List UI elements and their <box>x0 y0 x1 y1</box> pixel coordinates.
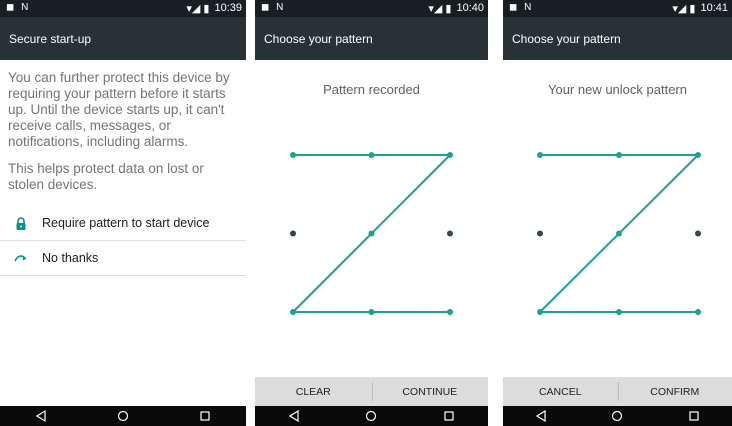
notification-icons: ◼ N <box>6 2 31 13</box>
phone-screen-secure-startup: ◼ N ▾◢ ▮ 10:39 Secure start-up You can f… <box>0 0 246 426</box>
button-bar: CANCEL CONFIRM <box>503 377 732 406</box>
button-bar: CLEAR CONTINUE <box>255 377 488 406</box>
pattern-grid[interactable] <box>503 60 732 406</box>
status-time: 10:41 <box>700 2 728 14</box>
status-bar: ◼ N ▾◢ ▮ 10:40 <box>255 0 488 17</box>
status-time: 10:39 <box>214 2 242 14</box>
content: You can further protect this device by r… <box>0 60 246 406</box>
pattern-dot[interactable] <box>447 309 453 315</box>
description-paragraph: You can further protect this device by r… <box>8 70 230 149</box>
home-icon[interactable] <box>111 406 135 426</box>
status-bar: ◼ N ▾◢ ▮ 10:39 <box>0 0 246 17</box>
home-icon[interactable] <box>359 406 383 426</box>
cancel-button[interactable]: CANCEL <box>503 377 618 406</box>
recents-icon[interactable] <box>437 406 461 426</box>
lock-icon <box>0 216 42 230</box>
pattern-dot[interactable] <box>290 230 296 237</box>
confirm-button[interactable]: CONFIRM <box>617 377 732 406</box>
option-no-thanks[interactable]: No thanks <box>0 241 246 276</box>
status-bar: ◼ N ▾◢ ▮ 10:41 <box>503 0 732 17</box>
pattern-dot[interactable] <box>290 152 296 158</box>
navigation-bar <box>503 406 732 426</box>
pattern-dot[interactable] <box>368 230 375 237</box>
app-bar: Secure start-up <box>0 17 246 60</box>
pattern-dot[interactable] <box>616 309 622 315</box>
phone-screen-pattern-recorded: ◼ N ▾◢ ▮ 10:40 Choose your pattern Patte… <box>255 0 488 426</box>
pattern-dot[interactable] <box>368 309 375 315</box>
pattern-dot[interactable] <box>447 230 453 237</box>
redirect-arrow-icon <box>0 254 42 262</box>
status-time: 10:40 <box>456 2 484 14</box>
signal-battery-icons: ▾◢ ▮ <box>672 3 696 15</box>
content: Your new unlock pattern <box>503 60 732 406</box>
signal-battery-icons: ▾◢ ▮ <box>186 3 210 15</box>
clear-button[interactable]: CLEAR <box>255 377 372 406</box>
pattern-dot[interactable] <box>368 152 375 158</box>
pattern-dot[interactable] <box>537 230 543 237</box>
home-icon[interactable] <box>605 406 629 426</box>
pattern-dot[interactable] <box>290 309 296 315</box>
continue-button[interactable]: CONTINUE <box>371 377 489 406</box>
pattern-dot[interactable] <box>695 152 701 158</box>
signal-battery-icons: ▾◢ ▮ <box>428 3 452 15</box>
option-require-pattern[interactable]: Require pattern to start device <box>0 206 246 241</box>
pattern-dot[interactable] <box>616 152 622 158</box>
recents-icon[interactable] <box>682 406 706 426</box>
page-title: Choose your pattern <box>512 31 621 46</box>
pattern-dot[interactable] <box>447 152 453 158</box>
content: Pattern recorded <box>255 60 488 406</box>
pattern-dot[interactable] <box>616 230 622 237</box>
option-label: No thanks <box>42 251 99 265</box>
page-title: Secure start-up <box>9 31 92 46</box>
back-icon[interactable] <box>529 406 553 426</box>
phone-screen-confirm-pattern: ◼ N ▾◢ ▮ 10:41 Choose your pattern Your … <box>503 0 732 426</box>
recents-icon[interactable] <box>193 406 217 426</box>
pattern-dot[interactable] <box>695 309 701 315</box>
app-bar: Choose your pattern <box>255 17 488 60</box>
back-icon[interactable] <box>282 406 306 426</box>
navigation-bar <box>0 406 246 426</box>
app-bar: Choose your pattern <box>503 17 732 60</box>
pattern-grid[interactable] <box>255 60 488 406</box>
notification-icons: ◼ N <box>261 2 286 13</box>
pattern-dot[interactable] <box>537 152 543 158</box>
back-icon[interactable] <box>29 406 53 426</box>
description: You can further protect this device by r… <box>8 70 236 204</box>
notification-icons: ◼ N <box>509 2 534 13</box>
option-label: Require pattern to start device <box>42 216 210 230</box>
pattern-dot[interactable] <box>695 230 701 237</box>
page-title: Choose your pattern <box>264 31 373 46</box>
pattern-dot[interactable] <box>537 309 543 315</box>
description-paragraph: This helps protect data on lost or stole… <box>8 161 204 192</box>
navigation-bar <box>255 406 488 426</box>
